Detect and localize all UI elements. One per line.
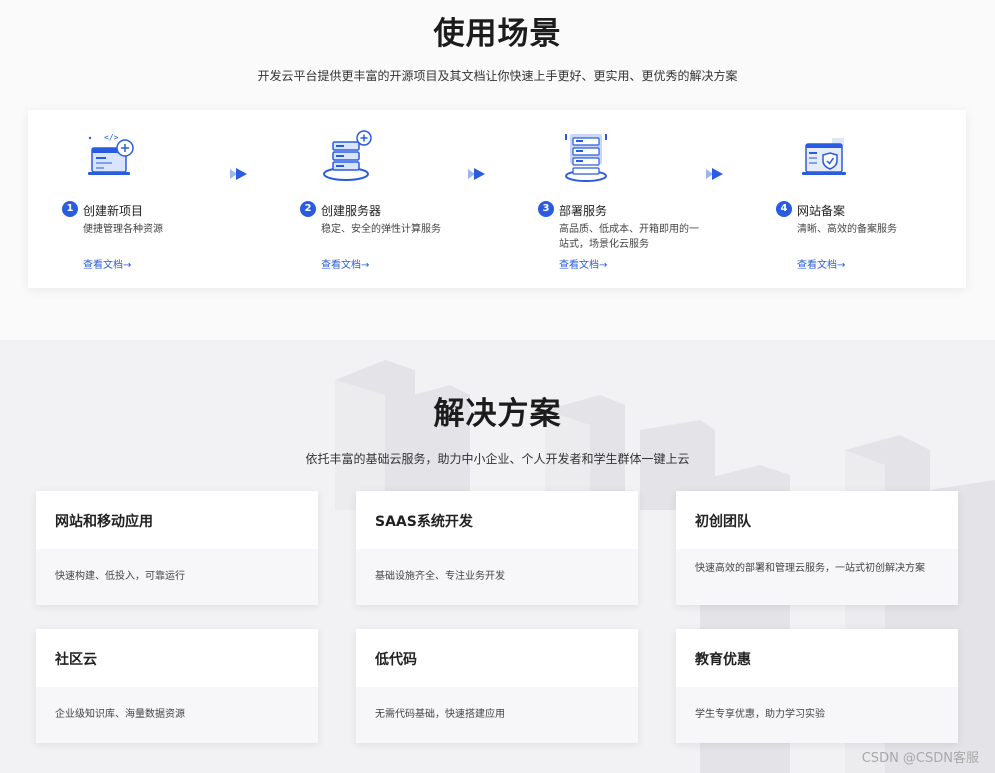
solution-card-community-cloud[interactable]: 社区云 企业级知识库、海量数据资源 [36,629,318,743]
step-number: 4 [776,201,792,217]
scenario-desc: 清晰、高效的备案服务 [797,224,897,235]
view-docs-link[interactable]: 查看文档→ [83,256,131,271]
scenarios-section: 使用场景 开发云平台提供更丰富的开源项目及其文档让你快速上手更好、更实用、更优秀… [0,0,995,340]
solution-title: 教育优惠 [695,652,751,668]
solution-card-startup[interactable]: 初创团队 快速高效的部署和管理云服务，一站式初创解决方案 [676,491,958,605]
solution-card-website-mobile[interactable]: 网站和移动应用 快速构建、低投入，可靠运行 [36,491,318,605]
scenario-desc: 便捷管理各种资源 [83,224,163,235]
scenario-title: 创建服务器 [321,204,382,218]
view-docs-link[interactable]: 查看文档→ [559,256,607,271]
solution-title: SAAS系统开发 [375,514,473,530]
step-number: 1 [62,201,78,217]
solution-title: 社区云 [55,652,97,668]
scenarios-title: 使用场景 [433,16,562,52]
solutions-section: 解决方案 依托丰富的基础云服务，助力中小企业、个人开发者和学生群体一键上云 网站… [0,340,995,773]
scenarios-subtitle: 开发云平台提供更丰富的开源项目及其文档让你快速上手更好、更实用、更优秀的解决方案 [257,69,738,83]
scenario-item-deploy-service: 3 部署服务 高品质、低成本、开箱即用的一站式，场景化云服务 查看文档→ [504,110,714,288]
solution-title: 低代码 [375,652,417,668]
scenario-item-create-project: </> 1 创建新项目 便捷管理各种资源 查看文档→ [28,110,238,288]
scenario-item-create-server: 2 创建服务器 稳定、安全的弹性计算服务 查看文档→ [266,110,476,288]
watermark: CSDN @CSDN客服 [861,751,979,766]
server-deploy-icon [565,134,607,182]
code-window-add-icon: </> [88,133,134,175]
solution-desc: 基础设施齐全、专注业务开发 [375,571,505,582]
scenario-title: 部署服务 [559,204,608,218]
website-filing-shield-icon [802,138,846,175]
scenario-item-website-filing: 4 网站备案 清晰、高效的备案服务 查看文档→ [742,110,952,288]
double-arrow-icon [706,168,723,180]
solution-card-education[interactable]: 教育优惠 学生专享优惠，助力学习实验 [676,629,958,743]
double-arrow-icon [468,168,485,180]
solutions-subtitle: 依托丰富的基础云服务，助力中小企业、个人开发者和学生群体一键上云 [305,452,690,466]
solution-desc: 快速高效的部署和管理云服务，一站式初创解决方案 [695,563,925,574]
scenario-desc: 高品质、低成本、开箱即用的一站式，场景化云服务 [559,224,699,250]
solution-desc: 企业级知识库、海量数据资源 [55,709,185,720]
solutions-title: 解决方案 [433,396,562,432]
solution-desc: 无需代码基础，快速搭建应用 [375,709,505,720]
view-docs-link[interactable]: 查看文档→ [321,256,369,271]
step-number: 3 [538,201,554,217]
solution-card-saas[interactable]: SAAS系统开发 基础设施齐全、专注业务开发 [356,491,638,605]
view-docs-link[interactable]: 查看文档→ [797,256,845,271]
scenario-title: 网站备案 [797,204,846,218]
scenario-desc: 稳定、安全的弹性计算服务 [321,224,441,235]
svg-text:</>: </> [104,133,119,142]
solution-title: 网站和移动应用 [55,514,153,530]
solution-card-low-code[interactable]: 低代码 无需代码基础，快速搭建应用 [356,629,638,743]
scenario-title: 创建新项目 [83,204,144,218]
solution-desc: 快速构建、低投入，可靠运行 [55,571,185,582]
server-add-icon [323,130,372,181]
solution-desc: 学生专享优惠，助力学习实验 [695,709,825,720]
solution-title: 初创团队 [695,514,751,530]
scenarios-card: </> 1 创建新项目 便捷管理各种资源 查看文档→ 2 创建服务器 稳定、安全… [28,110,966,288]
double-arrow-icon [230,168,247,180]
step-number: 2 [300,201,316,217]
